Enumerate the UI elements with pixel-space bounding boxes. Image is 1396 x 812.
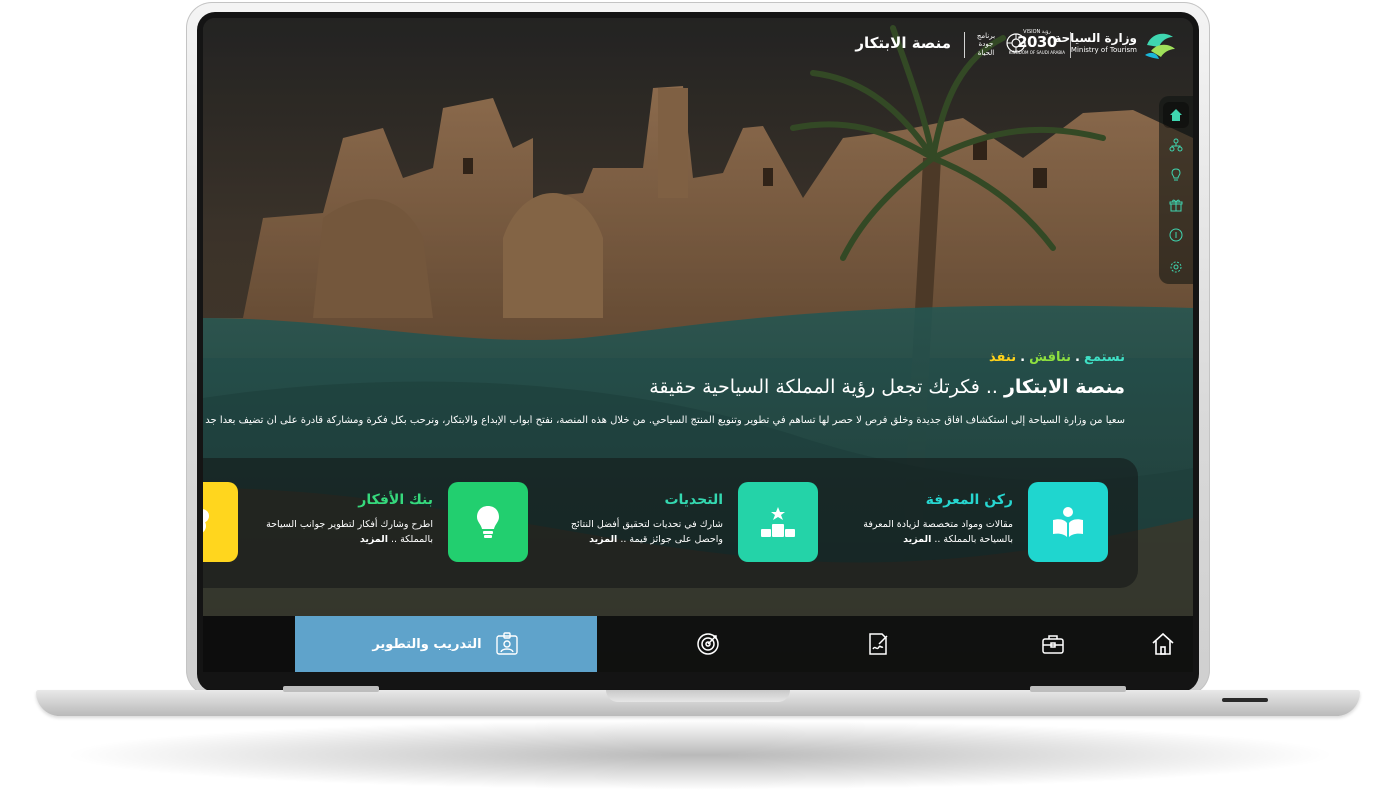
feature-knowledge-title: ركن المعرفة	[925, 492, 1013, 508]
hero-title-rest: .. فكرتك تجعل رؤية المملكة السياحية حقيق…	[649, 376, 1004, 398]
ministry-name: وزارة السياحة Ministry of Tourism	[1054, 32, 1137, 54]
feature-partial-tile[interactable]	[203, 482, 238, 562]
feature-ideas-bank[interactable]: بنك الأفكار اطرح وشارك أفكار لتطوير جوان…	[228, 482, 528, 562]
nav-documents[interactable]	[823, 616, 933, 672]
ministry-name-ar: وزارة السياحة	[1054, 31, 1137, 45]
header-divider	[1070, 32, 1071, 58]
lightbulb-icon	[477, 506, 499, 538]
lightbulb-icon	[1171, 168, 1181, 181]
feature-ideas-tile[interactable]	[448, 482, 528, 562]
nav-goals[interactable]	[653, 616, 763, 672]
side-rail	[1159, 96, 1193, 284]
feature-challenges-tile[interactable]	[738, 482, 818, 562]
tagline-dot: .	[1020, 350, 1026, 365]
feature-knowledge-tile[interactable]	[1028, 482, 1108, 562]
feature-challenges-desc: شارك في تحديات لتحقيق أفضل النتائج واحصل…	[551, 518, 723, 547]
rail-settings[interactable]	[1163, 254, 1189, 280]
rail-ideas[interactable]	[1163, 162, 1189, 188]
feature-knowledge-text: مقالات ومواد متخصصة لزيادة المعرفة بالسي…	[863, 519, 1013, 545]
laptop-shadow	[60, 720, 1340, 790]
laptop-hinge-right	[1030, 686, 1126, 692]
feature-challenges[interactable]: التحديات شارك في تحديات لتحقيق أفضل النت…	[518, 482, 818, 562]
laptop-notch	[606, 690, 790, 702]
laptop-hinge-left	[283, 686, 379, 692]
rail-home[interactable]	[1163, 102, 1189, 128]
ministry-logo-icon	[1145, 33, 1175, 59]
tagline-execute: ننفذ	[989, 350, 1017, 365]
feature-challenges-more-link[interactable]: المزيد	[589, 534, 617, 545]
features-strip: ركن المعرفة مقالات ومواد متخصصة لزيادة ا…	[203, 458, 1138, 588]
document-signature-icon	[869, 633, 888, 655]
tagline-listen: نستمع	[1083, 350, 1125, 365]
feature-ideas-desc: اطرح وشارك أفكار لتطوير جوانب السياحة با…	[261, 518, 433, 547]
screen: وزارة السياحة Ministry of Tourism VISION…	[203, 18, 1193, 672]
podium-star-icon	[761, 507, 795, 537]
rail-info[interactable]	[1163, 222, 1189, 248]
bottom-navigation: التدريب والتطوير	[203, 616, 1193, 672]
book-reader-icon	[1053, 507, 1083, 537]
rail-rewards[interactable]	[1163, 192, 1189, 218]
hero-title: منصة الابتكار .. فكرتك تجعل رؤية المملكة…	[649, 376, 1125, 398]
tagline-dot: .	[1075, 350, 1080, 365]
feature-ideas-text: اطرح وشارك أفكار لتطوير جوانب السياحة با…	[266, 519, 433, 545]
hero-tagline: نستمع.نناقش.ننفذ	[989, 350, 1125, 365]
ministry-name-en: Ministry of Tourism	[1070, 46, 1137, 54]
platform-title[interactable]: منصة الابتكار	[855, 34, 951, 52]
tagline-discuss: نناقش	[1029, 350, 1072, 365]
brain-icon	[203, 509, 209, 533]
feature-knowledge-more-link[interactable]: المزيد	[903, 534, 931, 545]
briefcase-icon	[1042, 635, 1064, 654]
bottom-nav-edge	[203, 616, 295, 672]
nav-services[interactable]	[998, 616, 1108, 672]
info-icon	[1169, 228, 1183, 242]
emblem-icon	[1006, 33, 1026, 53]
laptop-port	[1222, 698, 1268, 702]
feature-knowledge-desc: مقالات ومواد متخصصة لزيادة المعرفة بالسي…	[841, 518, 1013, 547]
nav-home[interactable]	[1133, 616, 1193, 672]
gear-icon	[1170, 261, 1182, 273]
target-arrow-icon	[697, 633, 719, 655]
id-badge-icon	[495, 632, 518, 655]
gift-icon	[1169, 199, 1183, 212]
nav-training[interactable]: التدريب والتطوير	[295, 616, 597, 672]
feature-challenges-title: التحديات	[664, 492, 723, 508]
feature-knowledge[interactable]: ركن المعرفة مقالات ومواد متخصصة لزيادة ا…	[808, 482, 1108, 562]
feature-ideas-more-link[interactable]: المزيد	[360, 534, 388, 545]
top-header: وزارة السياحة Ministry of Tourism VISION…	[203, 18, 1193, 70]
header-divider	[964, 32, 965, 58]
home-outline-icon	[1152, 632, 1174, 655]
quality-of-life-logo: برنامج جودة الحياة	[976, 32, 996, 57]
feature-partial[interactable]	[203, 482, 238, 562]
org-chart-icon	[1169, 138, 1183, 152]
hero-description: سعياً من وزارة السياحة إلى استكشاف آفاق …	[205, 415, 1125, 426]
rail-organization[interactable]	[1163, 132, 1189, 158]
hero-title-strong: منصة الابتكار	[1003, 376, 1125, 398]
home-icon	[1170, 109, 1182, 121]
nav-training-label: التدريب والتطوير	[372, 636, 482, 652]
feature-ideas-title: بنك الأفكار	[358, 492, 433, 508]
